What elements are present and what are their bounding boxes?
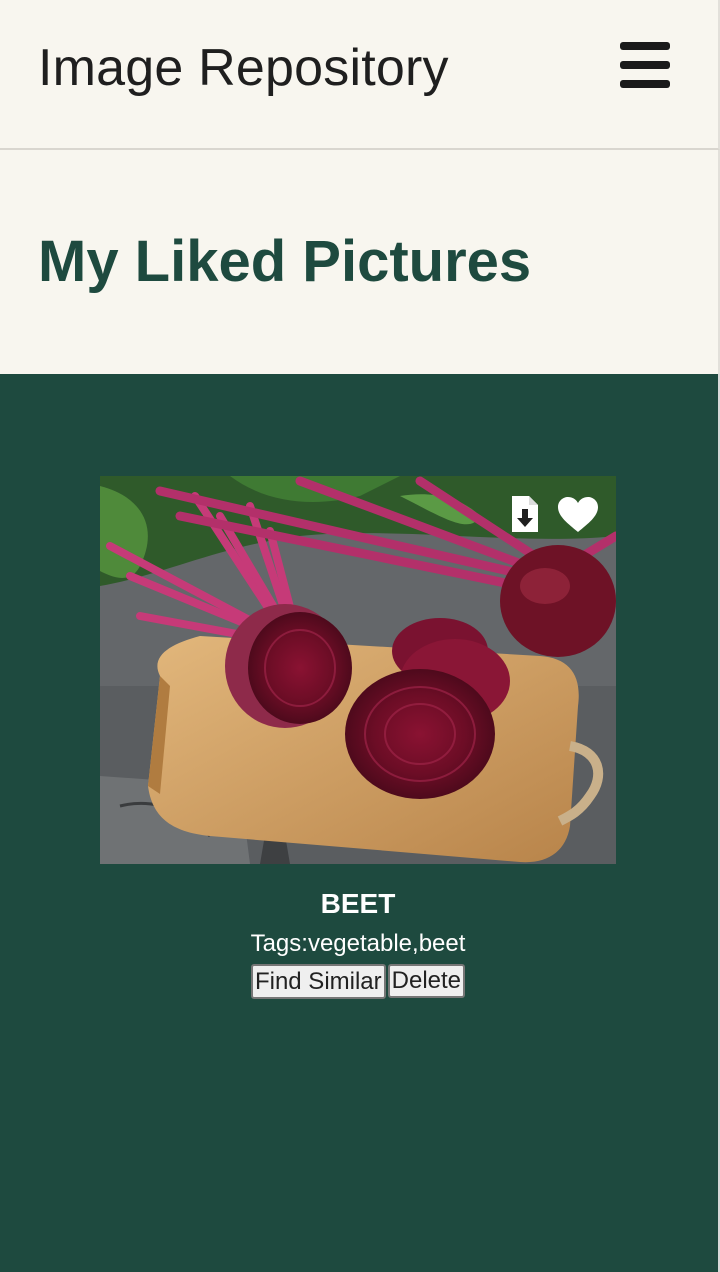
card-actions: Find Similar Delete (100, 964, 616, 999)
heart-icon[interactable] (557, 496, 599, 534)
delete-button[interactable]: Delete (387, 964, 466, 998)
file-download-icon[interactable] (510, 494, 540, 534)
image-thumbnail[interactable] (100, 476, 616, 864)
image-name: BEET (320, 888, 396, 919)
page-heading-section: My Liked Pictures (0, 150, 720, 374)
find-similar-button[interactable]: Find Similar (250, 964, 386, 999)
image-card: BEET Tags:vegetable,beet Find Similar De… (100, 476, 616, 999)
image-tags: Tags:vegetable,beet (250, 930, 466, 957)
liked-pictures-gallery: BEET Tags:vegetable,beet Find Similar De… (0, 374, 720, 1272)
beet-photo (100, 476, 616, 864)
page-title: My Liked Pictures (38, 229, 532, 294)
hamburger-menu-icon[interactable] (620, 42, 670, 88)
app-title[interactable]: Image Repository (38, 38, 449, 98)
app-header: Image Repository (0, 0, 720, 150)
